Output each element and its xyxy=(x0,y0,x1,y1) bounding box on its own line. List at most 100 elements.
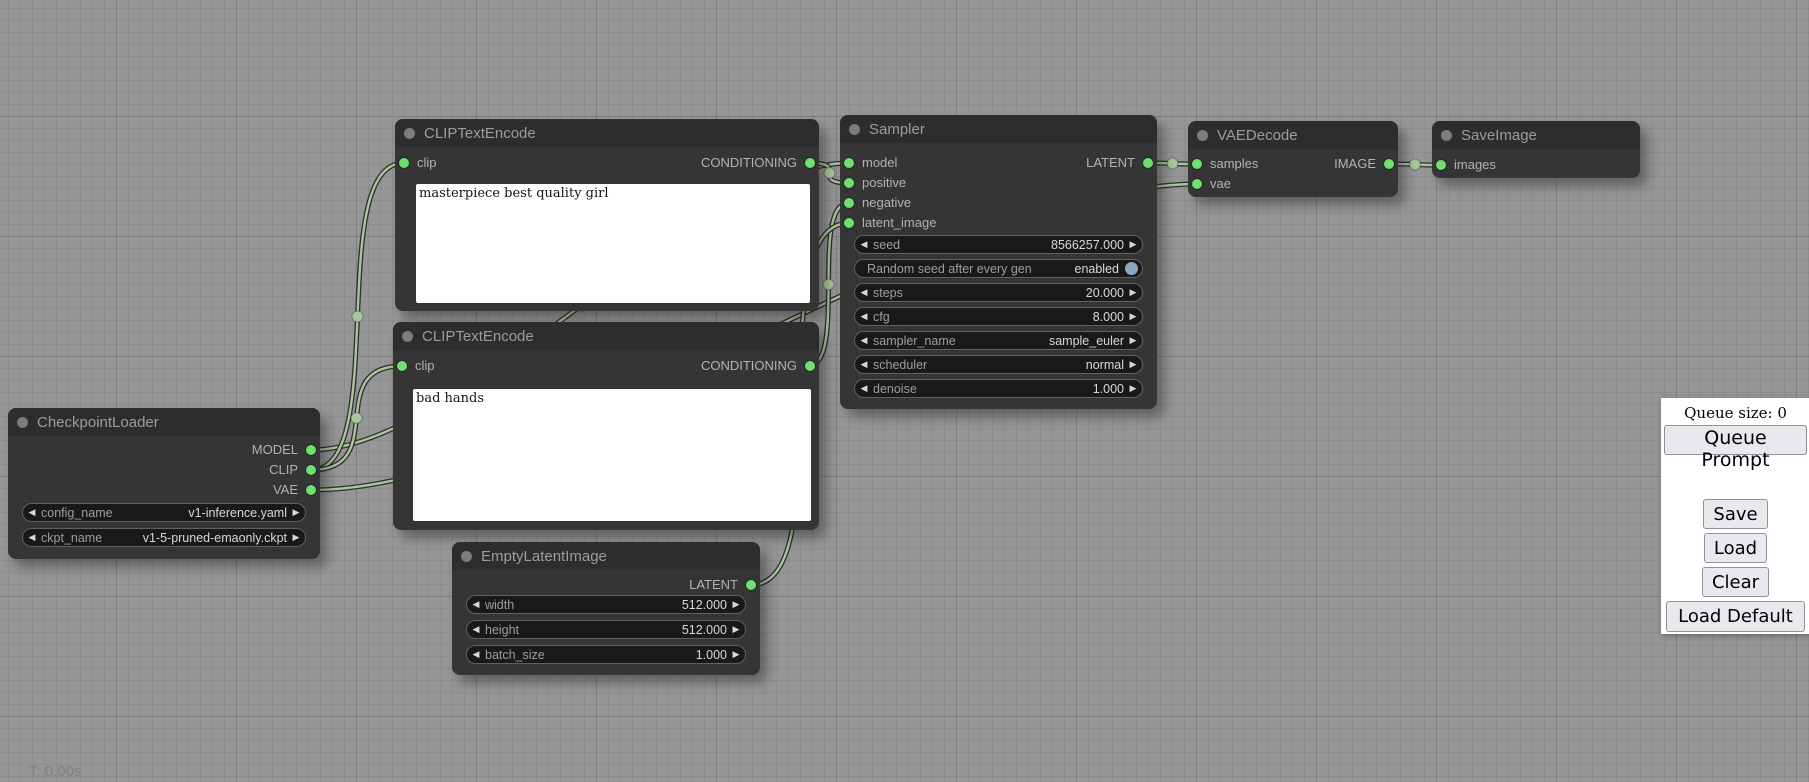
widget-value: v1-inference.yaml xyxy=(188,506,287,520)
widget-value: 8566257.000 xyxy=(1051,238,1124,252)
output-slot-dot[interactable] xyxy=(1143,158,1153,168)
input-slot-dot[interactable] xyxy=(399,158,409,168)
output-slot-dot[interactable] xyxy=(306,465,316,475)
input-slot-dot[interactable] xyxy=(844,198,854,208)
widget-decrement-arrow[interactable]: ◀ xyxy=(855,356,873,373)
widget-decrement-arrow[interactable]: ◀ xyxy=(23,529,41,546)
empty-latent-image-node[interactable]: EmptyLatentImageLATENT◀width512.000▶◀hei… xyxy=(452,542,760,675)
node-titlebar[interactable]: SaveImage xyxy=(1432,121,1640,149)
input-slot-dot[interactable] xyxy=(1192,159,1202,169)
collapse-dot-icon[interactable] xyxy=(461,551,472,562)
widget-sampler-name[interactable]: ◀sampler_namesample_euler▶ xyxy=(854,331,1143,350)
clip-text-encode-negative-node[interactable]: CLIPTextEncodeclipCONDITIONINGbad hands xyxy=(393,322,819,530)
save-image-node[interactable]: SaveImageimages xyxy=(1432,121,1640,178)
widget-value: enabled xyxy=(1075,262,1120,276)
load-default-button[interactable]: Load Default xyxy=(1666,601,1805,632)
output-slot-label: IMAGE xyxy=(1334,156,1376,171)
widget-increment-arrow[interactable]: ▶ xyxy=(727,646,745,663)
widget-seed[interactable]: ◀seed8566257.000▶ xyxy=(854,235,1143,254)
node-titlebar[interactable]: EmptyLatentImage xyxy=(452,542,760,570)
widget-increment-arrow[interactable]: ▶ xyxy=(287,504,305,521)
widget-random-seed-after-every-gen[interactable]: Random seed after every genenabled xyxy=(854,259,1143,278)
output-slot-dot[interactable] xyxy=(306,485,316,495)
widget-cfg[interactable]: ◀cfg8.000▶ xyxy=(854,307,1143,326)
collapse-dot-icon[interactable] xyxy=(404,128,415,139)
input-slot-dot[interactable] xyxy=(844,178,854,188)
prompt-textbox[interactable]: masterpiece best quality girl xyxy=(416,184,810,303)
widget-decrement-arrow[interactable]: ◀ xyxy=(467,596,485,613)
input-slot-dot[interactable] xyxy=(844,218,854,228)
widget-width[interactable]: ◀width512.000▶ xyxy=(466,595,746,614)
collapse-dot-icon[interactable] xyxy=(402,331,413,342)
clip-text-encode-positive-node[interactable]: CLIPTextEncodeclipCONDITIONINGmasterpiec… xyxy=(395,119,819,311)
widget-decrement-arrow[interactable]: ◀ xyxy=(23,504,41,521)
comfy-menu: Queue size: 0 Queue Prompt Save Load Cle… xyxy=(1661,398,1809,634)
queue-prompt-button[interactable]: Queue Prompt xyxy=(1664,425,1807,455)
node-titlebar[interactable]: Sampler xyxy=(840,115,1157,143)
comfyui-canvas[interactable]: { "app": { "status_text": "T: 0.00s" }, … xyxy=(0,0,1809,782)
widget-steps[interactable]: ◀steps20.000▶ xyxy=(854,283,1143,302)
widget-batch-size[interactable]: ◀batch_size1.000▶ xyxy=(466,645,746,664)
widget-config-name[interactable]: ◀config_namev1-inference.yaml▶ xyxy=(22,503,306,522)
output-slot-dot[interactable] xyxy=(746,580,756,590)
node-titlebar[interactable]: CLIPTextEncode xyxy=(393,322,819,350)
widget-decrement-arrow[interactable]: ◀ xyxy=(855,284,873,301)
link-midpoint-dot xyxy=(823,279,834,290)
output-slot-dot[interactable] xyxy=(805,158,815,168)
widget-increment-arrow[interactable]: ▶ xyxy=(1124,236,1142,253)
widget-increment-arrow[interactable]: ▶ xyxy=(287,529,305,546)
collapse-dot-icon[interactable] xyxy=(1197,130,1208,141)
widget-value: 512.000 xyxy=(682,623,727,637)
widget-increment-arrow[interactable]: ▶ xyxy=(1124,332,1142,349)
output-slot-dot[interactable] xyxy=(1384,159,1394,169)
link-wire xyxy=(311,366,402,470)
load-button[interactable]: Load xyxy=(1704,533,1767,563)
output-slot-conditioning: CONDITIONING xyxy=(701,356,819,376)
widget-value: 8.000 xyxy=(1093,310,1124,324)
node-titlebar[interactable]: VAEDecode xyxy=(1188,121,1398,149)
widget-decrement-arrow[interactable]: ◀ xyxy=(467,621,485,638)
widget-increment-arrow[interactable]: ▶ xyxy=(727,596,745,613)
collapse-dot-icon[interactable] xyxy=(849,124,860,135)
widget-label: sampler_name xyxy=(873,334,956,348)
toggle-indicator-icon[interactable] xyxy=(1125,262,1138,275)
widget-label: scheduler xyxy=(873,358,927,372)
link-midpoint-dot xyxy=(1410,159,1421,170)
input-slot-dot[interactable] xyxy=(844,158,854,168)
widget-decrement-arrow[interactable]: ◀ xyxy=(467,646,485,663)
input-slot-dot[interactable] xyxy=(1436,160,1446,170)
widget-height[interactable]: ◀height512.000▶ xyxy=(466,620,746,639)
collapse-dot-icon[interactable] xyxy=(17,417,28,428)
collapse-dot-icon[interactable] xyxy=(1441,130,1452,141)
output-slot-clip: CLIP xyxy=(269,460,320,480)
vae-decode-node[interactable]: VAEDecodesamplesvaeIMAGE xyxy=(1188,121,1398,197)
widget-increment-arrow[interactable]: ▶ xyxy=(1124,284,1142,301)
widget-increment-arrow[interactable]: ▶ xyxy=(1124,356,1142,373)
link-midpoint-dot xyxy=(352,311,363,322)
widget-increment-arrow[interactable]: ▶ xyxy=(1124,380,1142,397)
widget-increment-arrow[interactable]: ▶ xyxy=(727,621,745,638)
input-slot-dot[interactable] xyxy=(397,361,407,371)
sampler-node[interactable]: Samplermodelpositivenegativelatent_image… xyxy=(840,115,1157,409)
save-button[interactable]: Save xyxy=(1703,499,1767,529)
node-title: EmptyLatentImage xyxy=(481,542,607,571)
widget-scheduler[interactable]: ◀scheduler normal▶ xyxy=(854,355,1143,374)
widget-decrement-arrow[interactable]: ◀ xyxy=(855,308,873,325)
output-slot-dot[interactable] xyxy=(306,445,316,455)
widget-denoise[interactable]: ◀denoise1.000▶ xyxy=(854,379,1143,398)
widget-decrement-arrow[interactable]: ◀ xyxy=(855,236,873,253)
widget-value: normal xyxy=(1086,358,1124,372)
node-titlebar[interactable]: CLIPTextEncode xyxy=(395,119,819,147)
input-slot-dot[interactable] xyxy=(1192,179,1202,189)
prompt-textbox[interactable]: bad hands xyxy=(413,389,811,521)
widget-ckpt-name[interactable]: ◀ckpt_namev1-5-pruned-emaonly.ckpt▶ xyxy=(22,528,306,547)
node-titlebar[interactable]: CheckpointLoader xyxy=(8,408,320,436)
link-midpoint-dot xyxy=(1167,158,1178,169)
checkpoint-loader-node[interactable]: CheckpointLoaderMODELCLIPVAE◀config_name… xyxy=(8,408,320,559)
output-slot-dot[interactable] xyxy=(805,361,815,371)
input-slot-label: clip xyxy=(417,155,437,170)
widget-decrement-arrow[interactable]: ◀ xyxy=(855,380,873,397)
widget-increment-arrow[interactable]: ▶ xyxy=(1124,308,1142,325)
widget-decrement-arrow[interactable]: ◀ xyxy=(855,332,873,349)
clear-button[interactable]: Clear xyxy=(1702,567,1769,597)
